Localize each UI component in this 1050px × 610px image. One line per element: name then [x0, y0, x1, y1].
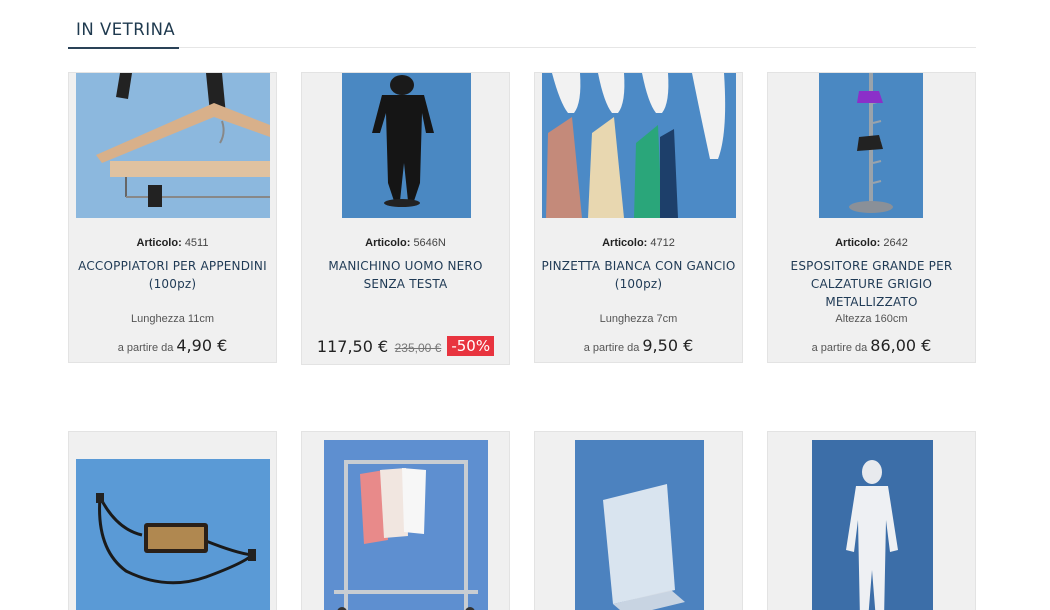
product-name-link[interactable]: ESPOSITORE GRANDE PER CALZATURE GRIGIO M…: [774, 257, 969, 311]
product-image[interactable]: [819, 73, 923, 218]
product-card[interactable]: [301, 431, 510, 610]
article-label: Articolo:: [365, 237, 411, 249]
article-number: 4712: [650, 237, 675, 249]
product-card[interactable]: Articolo: 5646N MANICHINO UOMO NERO SENZ…: [301, 72, 510, 365]
price-line: a partire da 9,50 €: [535, 336, 742, 356]
article-label: Articolo:: [835, 237, 881, 249]
article-number: 5646N: [413, 237, 446, 249]
product-image[interactable]: [542, 73, 736, 218]
product-image[interactable]: [575, 440, 704, 610]
discount-badge: -50%: [447, 336, 495, 356]
section-header: IN VETRINA: [68, 14, 976, 49]
price-line: a partire da 86,00 €: [768, 336, 975, 356]
price-line: 117,50 € 235,00 € -50%: [302, 336, 509, 357]
article-label: Articolo:: [602, 237, 648, 249]
section-title: IN VETRINA: [76, 20, 176, 39]
article-number: 4511: [184, 237, 209, 249]
from-label: a partire da: [811, 342, 868, 354]
product-card[interactable]: [534, 431, 743, 610]
product-attribute: Altezza 160cm: [835, 313, 908, 325]
product-attribute: Lunghezza 11cm: [131, 313, 214, 325]
product-name-link[interactable]: ACCOPPIATORI PER APPENDINI (100pz): [75, 257, 270, 293]
article-code: Articolo: 4712: [535, 237, 742, 249]
product-attribute: Lunghezza 7cm: [599, 313, 678, 325]
product-card[interactable]: Articolo: 2642 ESPOSITORE GRANDE PER CAL…: [767, 72, 976, 363]
product-image[interactable]: [812, 440, 933, 610]
product-card[interactable]: Articolo: 4511 ACCOPPIATORI PER APPENDIN…: [68, 72, 277, 363]
from-label: a partire da: [583, 342, 640, 354]
price-line: a partire da 4,90 €: [69, 336, 276, 356]
article-label: Articolo:: [136, 237, 182, 249]
product-name-link[interactable]: PINZETTA BIANCA CON GANCIO (100pz): [541, 257, 736, 293]
product-image[interactable]: [342, 73, 471, 218]
price: 9,50 €: [642, 336, 694, 355]
product-image[interactable]: [324, 440, 488, 610]
title-underline: [68, 47, 179, 49]
product-card[interactable]: [68, 431, 277, 610]
old-price: 235,00 €: [394, 341, 442, 355]
article-number: 2642: [883, 237, 908, 249]
from-label: a partire da: [117, 342, 174, 354]
product-image[interactable]: [76, 459, 270, 610]
article-code: Articolo: 2642: [768, 237, 975, 249]
product-image[interactable]: [76, 73, 270, 218]
article-code: Articolo: 5646N: [302, 237, 509, 249]
article-code: Articolo: 4511: [69, 237, 276, 249]
product-card[interactable]: Articolo: 4712 PINZETTA BIANCA CON GANCI…: [534, 72, 743, 363]
price: 86,00 €: [870, 336, 932, 355]
sale-price: 117,50 €: [316, 337, 389, 356]
product-card[interactable]: [767, 431, 976, 610]
product-name-link[interactable]: MANICHINO UOMO NERO SENZA TESTA: [308, 257, 503, 293]
price: 4,90 €: [176, 336, 228, 355]
